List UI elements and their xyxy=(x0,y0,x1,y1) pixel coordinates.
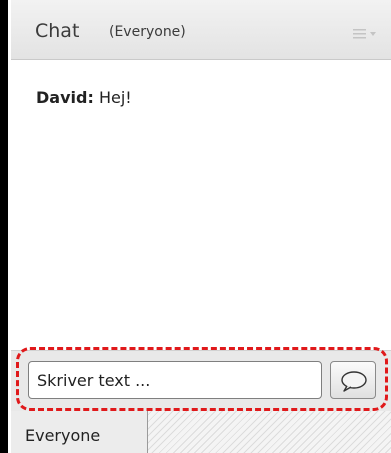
message-text: Hej! xyxy=(98,88,132,107)
left-border xyxy=(0,0,8,453)
message-list[interactable]: David: Hej! xyxy=(11,60,391,350)
tab-everyone[interactable]: Everyone xyxy=(11,411,148,453)
chat-message: David: Hej! xyxy=(36,88,132,107)
message-sender: David: xyxy=(36,88,94,107)
chat-window: Chat (Everyone) David: Hej! Skriver text… xyxy=(0,0,391,453)
chat-header: Chat (Everyone) xyxy=(11,0,391,60)
chat-audience-label: (Everyone) xyxy=(109,24,186,40)
chat-title: Chat xyxy=(35,20,80,42)
chat-pod: Chat (Everyone) David: Hej! Skriver text… xyxy=(11,0,391,453)
menu-lines-icon[interactable] xyxy=(353,25,379,39)
tab-bar: Everyone xyxy=(11,411,391,453)
send-button[interactable] xyxy=(330,361,376,399)
composer-area xyxy=(11,347,391,411)
chat-input[interactable] xyxy=(28,361,322,399)
speech-bubble-icon xyxy=(341,371,367,392)
